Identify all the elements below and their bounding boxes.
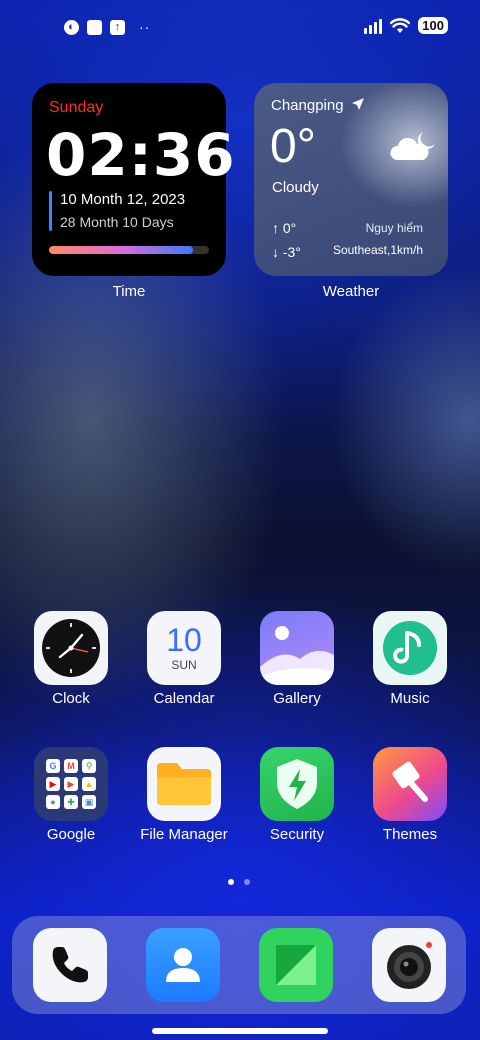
clock-icon	[34, 611, 108, 685]
gmail-icon: M	[64, 759, 78, 773]
app-clock[interactable]: Clock	[16, 611, 126, 707]
lunar-date-label: 28 Month 10 Days	[60, 214, 174, 230]
app-label: Calendar	[153, 690, 215, 707]
app-label: Gallery	[273, 690, 321, 707]
more-notifications-icon: ··	[139, 19, 151, 35]
gallery-icon	[260, 611, 334, 685]
music-icon	[373, 611, 447, 685]
app-security[interactable]: Security	[242, 747, 352, 843]
date-label: 10 Month 12, 2023	[60, 191, 186, 208]
signal-icon	[364, 18, 383, 34]
cloudy-night-icon	[390, 132, 435, 160]
meet-icon: ✚	[64, 795, 78, 809]
weather-widget[interactable]: Changping 0° Cloudy ↑ 0° ↓ -3° Nguy hiểm…	[254, 83, 448, 276]
google-icon: G	[46, 759, 60, 773]
maps-icon: ⚲	[82, 759, 96, 773]
contacts-icon[interactable]	[146, 928, 220, 1002]
folder-icon	[147, 747, 221, 821]
files-icon: ▣	[82, 795, 96, 809]
notification-upload-icon: ↑	[110, 19, 125, 35]
app-calendar[interactable]: 10 SUN Calendar	[129, 611, 239, 707]
app-label: Clock	[52, 690, 90, 707]
camera-icon[interactable]	[372, 928, 446, 1002]
weather-widget-label: Weather	[322, 283, 380, 300]
clock-time: 02:36	[46, 121, 236, 189]
page-indicator[interactable]	[228, 879, 250, 885]
location-name: Changping	[271, 97, 344, 114]
wind-info: Southeast,1km/h	[332, 243, 423, 257]
app-label: Themes	[382, 826, 438, 843]
app-themes[interactable]: Themes	[355, 747, 465, 843]
app-label: File Manager	[140, 826, 228, 843]
location-arrow-icon	[351, 98, 364, 110]
current-temperature: 0°	[270, 120, 316, 173]
youtube-music-icon: ▶	[64, 777, 78, 791]
app-gallery[interactable]: Gallery	[242, 611, 352, 707]
date-accent-bar	[49, 191, 52, 231]
shield-icon	[260, 747, 334, 821]
page-dot-active[interactable]	[228, 879, 234, 885]
home-indicator[interactable]	[152, 1028, 328, 1034]
app-file-manager[interactable]: File Manager	[129, 747, 239, 843]
wifi-icon	[390, 17, 411, 33]
notification-app-icon: ◐	[64, 19, 79, 35]
page-dot[interactable]	[244, 879, 250, 885]
calendar-day-name: SUN	[171, 658, 197, 672]
notification-square-icon	[87, 19, 102, 35]
dock	[12, 916, 466, 1014]
day-progress-bar	[49, 246, 209, 254]
app-label: Music	[390, 690, 430, 707]
app-label: Security	[269, 826, 325, 843]
app-google-folder[interactable]: G M ⚲ ▶ ▶ ▲ ● ✚ ▣ Google	[16, 747, 126, 843]
time-widget[interactable]: Sunday 02:36 10 Month 12, 2023 28 Month …	[32, 83, 235, 276]
low-temperature: ↓ -3°	[272, 244, 301, 260]
google-folder-icon: G M ⚲ ▶ ▶ ▲ ● ✚ ▣	[34, 747, 108, 821]
photos-icon: ●	[46, 795, 60, 809]
weather-alert: Nguy hiểm	[365, 221, 423, 235]
arrow-down-icon: ↓	[272, 244, 279, 260]
phone-icon[interactable]	[33, 928, 107, 1002]
day-progress-fill	[49, 246, 193, 254]
arrow-up-icon: ↑	[272, 220, 279, 236]
battery-indicator: 100	[418, 17, 448, 34]
status-bar-left: ◐ ↑ ··	[64, 19, 150, 35]
app-music[interactable]: Music	[355, 611, 465, 707]
weather-location: Changping	[271, 97, 365, 114]
time-widget-label: Time	[112, 283, 146, 300]
weather-condition: Cloudy	[272, 179, 319, 196]
calendar-day-number: 10	[166, 622, 202, 658]
weekday-label: Sunday	[49, 99, 104, 116]
youtube-icon: ▶	[46, 777, 60, 791]
status-bar-right: 100	[364, 17, 448, 34]
app-label: Google	[46, 826, 96, 843]
calendar-icon: 10 SUN	[147, 611, 221, 685]
brush-icon	[373, 747, 447, 821]
high-temperature: ↑ 0°	[272, 220, 297, 236]
drive-icon: ▲	[82, 777, 96, 791]
messages-icon[interactable]	[259, 928, 333, 1002]
